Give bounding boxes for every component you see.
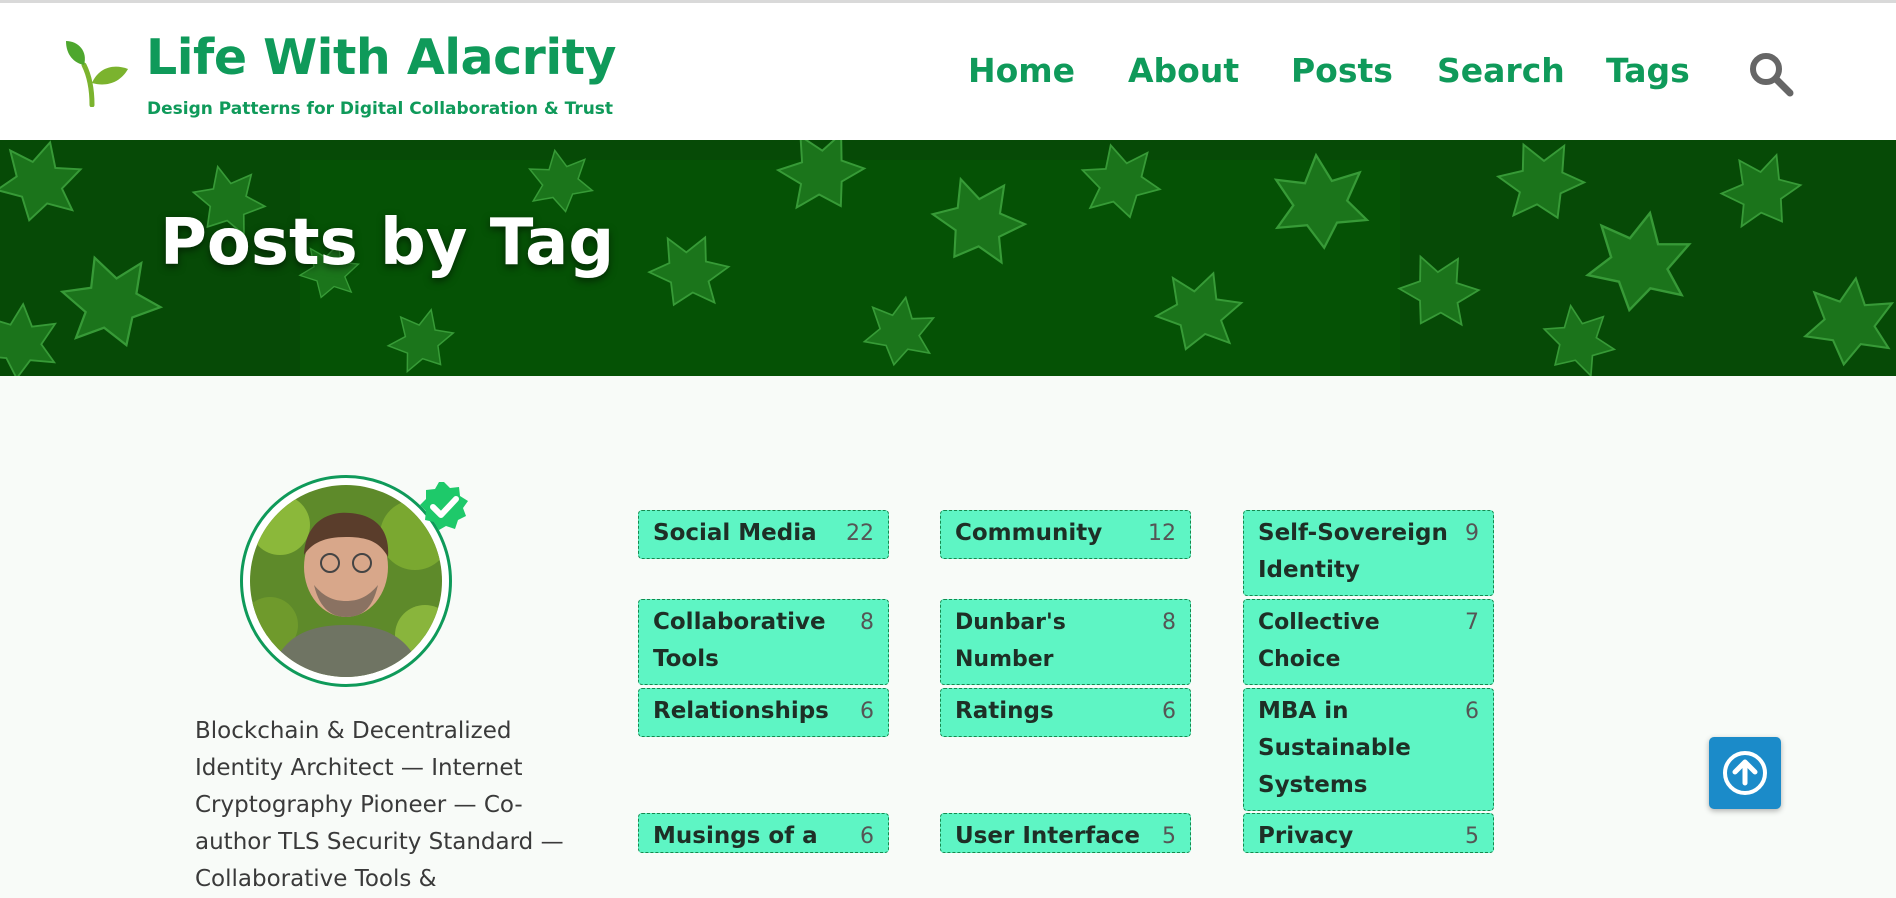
hero-banner: Posts by Tag xyxy=(0,140,1896,376)
tag-name: Privacy xyxy=(1258,823,1354,849)
tag-name: Community xyxy=(955,520,1103,546)
tag-count: 5 xyxy=(1465,824,1479,849)
tag-mba-sustainable-systems[interactable]: MBA in Sustainable Systems 6 xyxy=(1243,688,1494,811)
tag-count: 8 xyxy=(1162,610,1176,635)
tag-name: Dunbar's Number xyxy=(955,610,1066,672)
tag-count: 5 xyxy=(1162,824,1176,849)
nav-search[interactable]: Search xyxy=(1437,51,1565,90)
author-avatar[interactable] xyxy=(240,475,468,687)
tag-name: Collective Choice xyxy=(1258,610,1380,672)
tag-name: Social Media xyxy=(653,520,817,546)
tag-user-interface[interactable]: User Interface 5 xyxy=(940,813,1191,853)
tag-count: 7 xyxy=(1465,610,1479,635)
tag-community[interactable]: Community 12 xyxy=(940,510,1191,559)
tag-count: 6 xyxy=(1162,699,1176,724)
tag-count: 12 xyxy=(1148,521,1176,546)
tag-name: Ratings xyxy=(955,698,1054,724)
tag-count: 6 xyxy=(1465,699,1479,724)
nav-home[interactable]: Home xyxy=(968,51,1075,90)
tag-count: 8 xyxy=(860,610,874,635)
tag-count: 9 xyxy=(1465,521,1479,546)
sprout-icon[interactable] xyxy=(62,35,130,107)
tag-musings[interactable]: Musings of a 6 xyxy=(638,813,889,853)
tag-name: MBA in Sustainable Systems xyxy=(1258,698,1411,798)
nav-posts[interactable]: Posts xyxy=(1291,51,1393,90)
magnifier-icon[interactable] xyxy=(1748,51,1794,97)
tag-relationships[interactable]: Relationships 6 xyxy=(638,688,889,737)
back-to-top-button[interactable] xyxy=(1709,737,1781,809)
tag-ratings[interactable]: Ratings 6 xyxy=(940,688,1191,737)
tag-social-media[interactable]: Social Media 22 xyxy=(638,510,889,559)
tag-name: Self-Sovereign Identity xyxy=(1258,520,1448,583)
page-title: Posts by Tag xyxy=(160,206,615,280)
arrow-up-circle-icon xyxy=(1723,751,1767,795)
tag-self-sovereign-identity[interactable]: Self-Sovereign Identity 9 xyxy=(1243,510,1494,596)
tag-name: Musings of a xyxy=(653,823,818,849)
tag-count: 6 xyxy=(860,824,874,849)
tag-name: Collaborative Tools xyxy=(653,609,826,672)
verified-badge-icon xyxy=(420,482,468,530)
site-title[interactable]: Life With Alacrity xyxy=(146,29,617,88)
nav-tags[interactable]: Tags xyxy=(1606,51,1690,90)
tag-dunbars-number[interactable]: Dunbar's Number 8 xyxy=(940,599,1191,685)
site-subtitle: Design Patterns for Digital Collaboratio… xyxy=(147,99,614,119)
tag-collective-choice[interactable]: Collective Choice 7 xyxy=(1243,599,1494,685)
tag-name: User Interface xyxy=(955,823,1140,849)
tag-privacy[interactable]: Privacy 5 xyxy=(1243,813,1494,853)
tag-count: 22 xyxy=(846,521,874,546)
author-bio: Blockchain & Decentralized Identity Arch… xyxy=(195,718,564,892)
avatar xyxy=(250,485,442,677)
tag-collaborative-tools[interactable]: Collaborative Tools 8 xyxy=(638,599,889,685)
site-header: Life With Alacrity Design Patterns for D… xyxy=(0,3,1896,140)
nav-about[interactable]: About xyxy=(1128,51,1239,90)
tag-name: Relationships xyxy=(653,698,829,724)
tag-count: 6 xyxy=(860,699,874,724)
